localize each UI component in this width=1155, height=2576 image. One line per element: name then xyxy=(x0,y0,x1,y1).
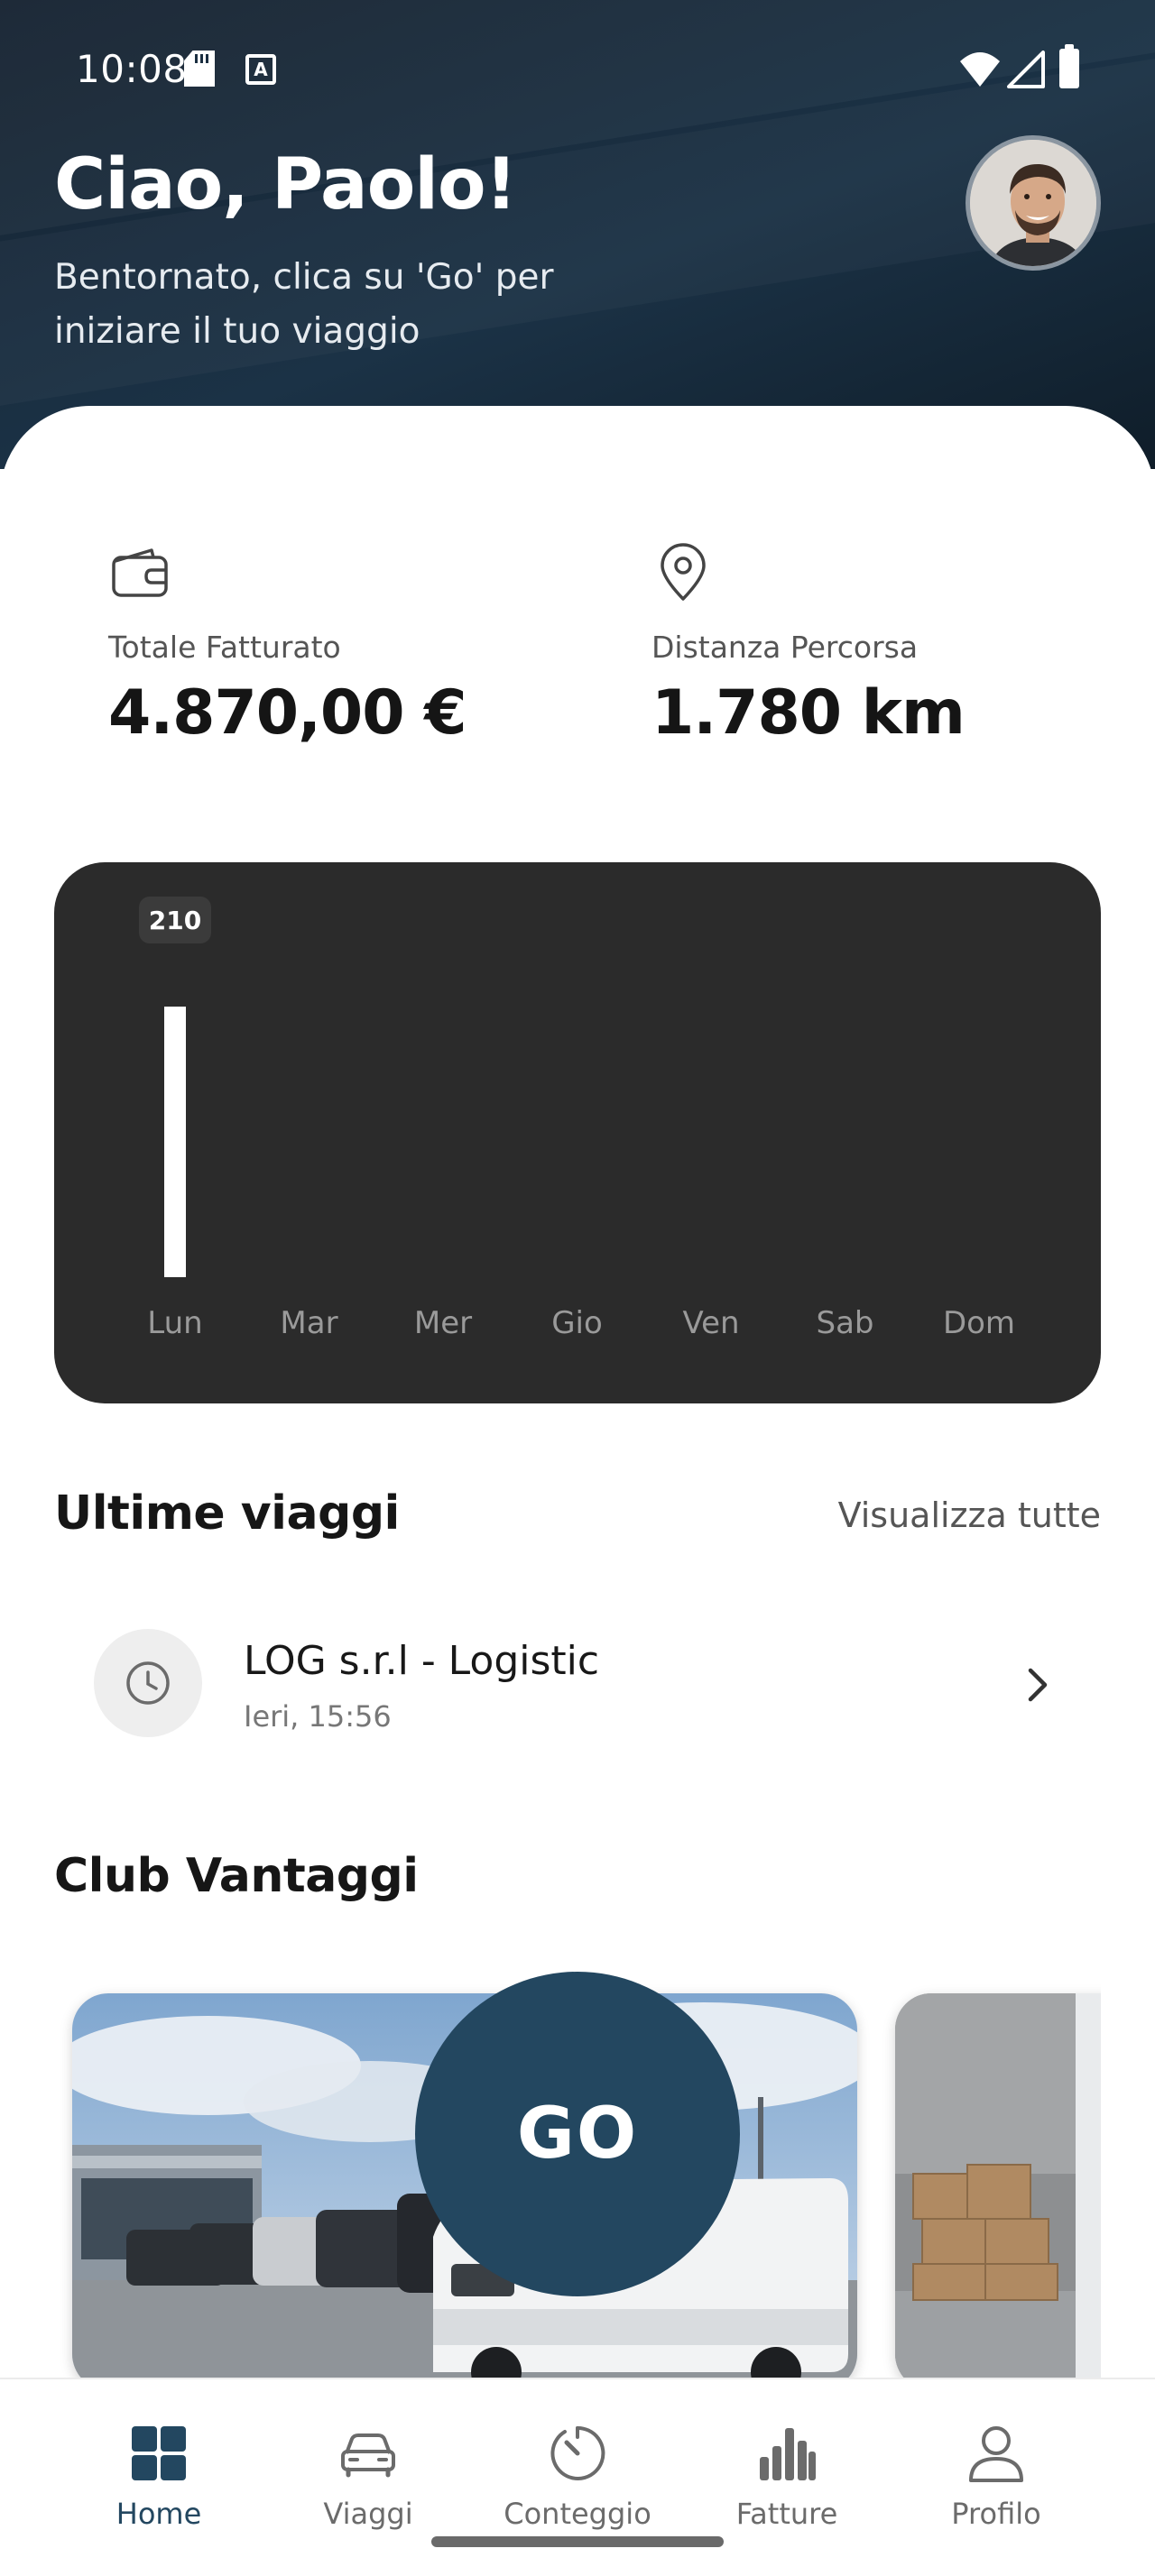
club-title: Club Vantaggi xyxy=(54,1849,419,1903)
nav-label: Viaggi xyxy=(323,2497,413,2531)
bar-chart-icon xyxy=(760,2428,816,2480)
x-tick-label: Gio xyxy=(551,1305,603,1341)
grid-icon xyxy=(132,2426,186,2480)
deal-image-boxes xyxy=(895,1993,1101,2381)
see-all-link[interactable]: Visualizza tutte xyxy=(838,1495,1101,1535)
nav-item-conteggio[interactable]: Conteggio xyxy=(487,2421,668,2531)
a-keyboard-icon: A xyxy=(245,54,276,85)
x-tick-label: Dom xyxy=(943,1305,1015,1341)
battery-icon xyxy=(1059,44,1079,88)
nav-item-fatture[interactable]: Fatture xyxy=(697,2421,877,2531)
wifi-icon xyxy=(960,52,1000,87)
nav-label: Fatture xyxy=(735,2497,838,2531)
x-tick-label: Lun xyxy=(147,1305,202,1341)
go-button[interactable]: GO xyxy=(415,1972,740,2296)
nav-label: Profilo xyxy=(951,2497,1041,2531)
nav-label: Conteggio xyxy=(504,2497,651,2531)
nav-item-viaggi[interactable]: Viaggi xyxy=(278,2421,458,2531)
deal-card[interactable] xyxy=(895,1993,1101,2381)
trip-name: LOG s.r.l - Logistic xyxy=(244,1638,600,1684)
nav-item-home[interactable]: Home xyxy=(69,2421,249,2531)
x-tick-label: Mer xyxy=(414,1305,472,1341)
recent-trips-title: Ultime viaggi xyxy=(54,1486,400,1541)
greeting-subtitle: Bentornato, clica su 'Go' per iniziare i… xyxy=(54,257,554,352)
trip-time: Ieri, 15:56 xyxy=(244,1699,392,1734)
data-label: 210 xyxy=(149,906,201,935)
nav-label: Home xyxy=(116,2497,202,2531)
x-tick-label: Mar xyxy=(280,1305,337,1341)
chart-bar xyxy=(164,1007,186,1277)
greeting-title: Ciao, Paolo! xyxy=(54,144,517,225)
stat-value: 1.780 km xyxy=(651,677,966,749)
wallet-icon xyxy=(112,548,168,597)
stat-label: Distanza Percorsa xyxy=(651,630,919,665)
avatar[interactable] xyxy=(966,135,1101,271)
list-item[interactable]: LOG s.r.l - Logistic Ieri, 15:56 xyxy=(54,1609,1101,1761)
chevron-right-icon xyxy=(1028,1668,1048,1702)
timer-icon xyxy=(550,2425,605,2480)
stat-label: Totale Fatturato xyxy=(108,630,341,665)
nav-item-profilo[interactable]: Profilo xyxy=(906,2421,1086,2531)
x-tick-label: Ven xyxy=(682,1305,739,1341)
chart-canvas: 210 Lun Mar Mer Gio Ven Sab Dom xyxy=(139,897,1015,1341)
home-indicator[interactable] xyxy=(431,2536,724,2547)
stat-distance: Distanza Percorsa 1.780 km xyxy=(651,541,966,749)
x-tick-label: Sab xyxy=(817,1305,874,1341)
weekly-chart: 210 Lun Mar Mer Gio Ven Sab Dom xyxy=(54,862,1101,1403)
person-icon xyxy=(969,2426,1023,2482)
car-icon xyxy=(341,2433,395,2478)
status-bar: 10:08 A xyxy=(0,0,1155,135)
stat-total-invoiced: Totale Fatturato 4.870,00 € xyxy=(108,541,467,749)
signal-icon xyxy=(1007,51,1045,88)
stat-value: 4.870,00 € xyxy=(108,677,467,749)
status-time: 10:08 xyxy=(76,47,188,91)
location-pin-icon xyxy=(661,543,706,601)
sd-card-icon xyxy=(184,51,215,87)
clock-icon xyxy=(94,1629,202,1737)
